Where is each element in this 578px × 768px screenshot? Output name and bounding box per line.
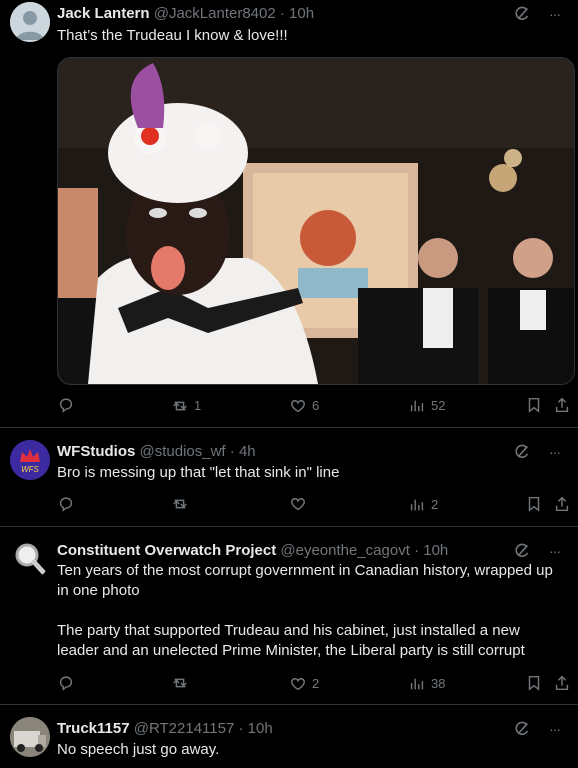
avatar[interactable]: [10, 539, 50, 579]
views-button[interactable]: 2: [408, 495, 438, 515]
tweet-text: Ten years of the most corrupt government…: [57, 562, 553, 659]
timestamp[interactable]: · 4h: [230, 443, 256, 460]
views-icon: [410, 499, 424, 511]
reply-icon: [59, 676, 73, 691]
grok-icon[interactable]: [513, 542, 531, 560]
more-icon[interactable]: ···: [549, 442, 561, 462]
tweet-header: Jack Lantern @JackLanter8402 · 10h: [57, 4, 314, 24]
share-button[interactable]: [553, 674, 571, 692]
bookmark-button[interactable]: [525, 674, 543, 692]
view-count: 38: [431, 676, 446, 691]
reply-icon: [59, 497, 73, 512]
grok-icon[interactable]: [513, 443, 531, 461]
repost-icon: [173, 401, 187, 411]
views-button[interactable]: 38: [408, 674, 445, 694]
default-avatar-icon: [10, 2, 50, 42]
bookmark-icon: [528, 675, 540, 691]
display-name[interactable]: Jack Lantern: [57, 5, 150, 22]
reply-button[interactable]: [57, 674, 75, 692]
avatar[interactable]: [10, 717, 50, 757]
share-icon: [555, 675, 569, 691]
handle[interactable]: @studios_wf: [140, 443, 226, 460]
magnifier-logo-icon: [10, 539, 50, 579]
tweet-header: Constituent Overwatch Project @eyeonthe_…: [57, 541, 448, 561]
share-icon: [555, 496, 569, 512]
heart-icon: [291, 400, 305, 413]
bookmark-icon: [528, 496, 540, 512]
tweet-actions: 2 38: [57, 674, 569, 694]
handle[interactable]: @JackLanter8402: [154, 5, 276, 22]
like-button[interactable]: [289, 495, 312, 513]
tweet-header: WFStudios @studios_wf · 4h: [57, 442, 256, 462]
views-button[interactable]: 52: [408, 396, 445, 416]
repost-icon: [173, 499, 187, 509]
tweet-actions: 1 6 52: [57, 396, 569, 416]
grok-icon[interactable]: [513, 720, 531, 738]
like-count: 6: [312, 398, 320, 413]
tweet-2[interactable]: WFS WFStudios @studios_wf · 4h ··· Bro i…: [0, 428, 578, 527]
like-button[interactable]: 6: [289, 396, 319, 416]
handle[interactable]: @RT22141157: [134, 720, 235, 737]
view-count: 52: [431, 398, 446, 413]
reply-button[interactable]: [57, 396, 75, 414]
svg-text:WFS: WFS: [21, 465, 39, 474]
tweet-text: Bro is messing up that "let that sink in…: [57, 464, 340, 481]
share-button[interactable]: [553, 495, 571, 513]
tweet-photo[interactable]: [57, 57, 575, 385]
display-name[interactable]: WFStudios: [57, 443, 135, 460]
tweet-header: Truck1157 @RT22141157 · 10h: [57, 719, 273, 739]
bookmark-button[interactable]: [525, 495, 543, 513]
views-icon: [410, 400, 424, 412]
tweet-4[interactable]: Truck1157 @RT22141157 · 10h ··· No speec…: [0, 705, 578, 768]
heart-icon: [291, 678, 305, 691]
truck-photo-icon: [10, 717, 50, 757]
display-name[interactable]: Constituent Overwatch Project: [57, 542, 276, 559]
like-count: 2: [312, 676, 320, 691]
share-button[interactable]: [553, 396, 571, 414]
grok-icon[interactable]: [513, 5, 531, 23]
avatar[interactable]: [10, 2, 50, 42]
bookmark-button[interactable]: [525, 396, 543, 414]
repost-count: 1: [194, 398, 202, 413]
tweet-text: That’s the Trudeau I know & love!!!: [57, 27, 288, 44]
tweet-text: No speech just go away.: [57, 741, 220, 758]
avatar[interactable]: WFS: [10, 440, 50, 480]
repost-button[interactable]: 1: [171, 396, 201, 416]
more-icon[interactable]: ···: [549, 4, 561, 24]
reply-button[interactable]: [57, 495, 75, 513]
tweet-actions: 2: [57, 495, 569, 515]
bookmark-icon: [528, 397, 540, 413]
timestamp[interactable]: · 10h: [280, 5, 314, 22]
display-name[interactable]: Truck1157: [57, 720, 130, 737]
repost-icon: [173, 678, 187, 688]
views-icon: [410, 678, 424, 690]
tweet-1[interactable]: Jack Lantern @JackLanter8402 · 10h ··· T…: [0, 0, 578, 428]
tweet-3[interactable]: Constituent Overwatch Project @eyeonthe_…: [0, 527, 578, 705]
view-count: 2: [431, 497, 439, 512]
timestamp[interactable]: · 10h: [238, 720, 272, 737]
repost-button[interactable]: [171, 674, 194, 692]
more-icon[interactable]: ···: [549, 541, 561, 561]
photo-image: [58, 58, 574, 384]
crown-logo-icon: WFS: [10, 440, 50, 480]
heart-icon: [291, 498, 305, 511]
handle[interactable]: @eyeonthe_cagovt: [280, 542, 410, 559]
share-icon: [555, 397, 569, 413]
repost-button[interactable]: [171, 495, 194, 513]
like-button[interactable]: 2: [289, 674, 319, 694]
reply-icon: [59, 398, 73, 413]
timestamp[interactable]: · 10h: [414, 542, 448, 559]
more-icon[interactable]: ···: [549, 719, 561, 739]
